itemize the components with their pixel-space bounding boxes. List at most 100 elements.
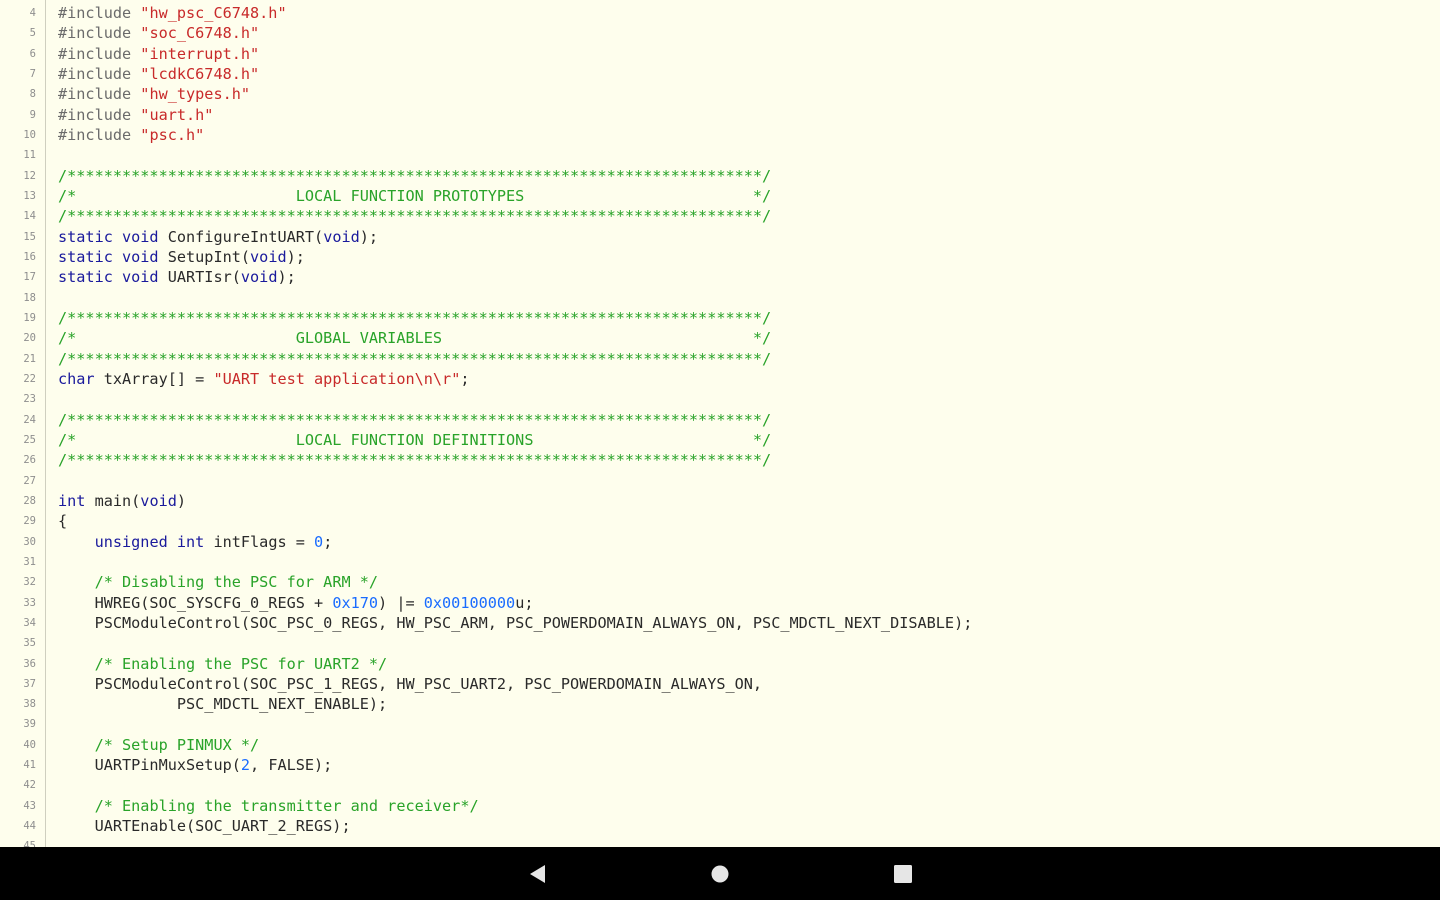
line-number: 28 <box>23 494 36 507</box>
code-line[interactable]: 6 #include "interrupt.h" <box>0 44 1440 64</box>
code-token: main( <box>94 491 141 510</box>
line-number: 13 <box>23 189 36 202</box>
code-token: /***************************************… <box>58 207 772 226</box>
code-line[interactable]: 33 HWREG(SOC_SYSCFG_0_REGS + 0x170) |= 0… <box>0 593 1440 613</box>
code-line[interactable]: 15 static void ConfigureIntUART(void); <box>0 227 1440 247</box>
code-line[interactable]: 20 /* GLOBAL VARIABLES */ <box>0 328 1440 348</box>
code-token: /***************************************… <box>58 166 772 185</box>
line-number: 27 <box>23 474 36 487</box>
code-text: #include "lcdkC6748.h" <box>58 64 259 84</box>
code-line[interactable]: 37 PSCModuleControl(SOC_PSC_1_REGS, HW_P… <box>0 674 1440 694</box>
code-line[interactable]: 44 UARTEnable(SOC_UART_2_REGS); <box>0 816 1440 836</box>
line-number: 39 <box>23 718 36 731</box>
code-line[interactable]: 19 /*************************************… <box>0 308 1440 328</box>
code-editor[interactable]: 4 #include "hw_psc_C6748.h" 5 #include "soc… <box>0 0 1440 847</box>
code-line[interactable]: 43 /* Enabling the transmitter and recei… <box>0 796 1440 816</box>
code-line[interactable]: 12 /*************************************… <box>0 166 1440 186</box>
code-line[interactable]: 11 <box>0 145 1440 165</box>
code-line[interactable]: 45 <box>0 836 1440 847</box>
code-line[interactable]: 29 { <box>0 511 1440 531</box>
code-token: PSC_MDCTL_NEXT_ENABLE); <box>58 695 388 714</box>
code-token: #include <box>58 44 141 63</box>
code-lines: 4 #include "hw_psc_C6748.h" 5 #include "soc… <box>0 3 1440 847</box>
code-text: int main(void) <box>58 491 186 511</box>
code-line[interactable]: 34 PSCModuleControl(SOC_PSC_0_REGS, HW_P… <box>0 613 1440 633</box>
code-token: 2 <box>240 756 251 775</box>
code-line[interactable]: 18 <box>0 288 1440 308</box>
code-line[interactable]: 31 <box>0 552 1440 572</box>
line-number: 29 <box>23 515 36 528</box>
code-line[interactable]: 38 PSC_MDCTL_NEXT_ENABLE); <box>0 694 1440 714</box>
code-text: HWREG(SOC_SYSCFG_0_REGS + 0x170) |= 0x00… <box>58 593 534 613</box>
code-text: char txArray[] = "UART test application\… <box>58 369 470 389</box>
code-line[interactable]: 39 <box>0 714 1440 734</box>
code-line[interactable]: 5 #include "soc_C6748.h" <box>0 23 1440 43</box>
code-token: ; <box>460 369 470 388</box>
code-line[interactable]: 26 /*************************************… <box>0 450 1440 470</box>
code-line[interactable]: 35 <box>0 633 1440 653</box>
android-navigation-bar <box>0 847 1440 900</box>
code-token: /* Setup PINMUX */ <box>94 735 260 754</box>
line-number: 9 <box>29 108 36 121</box>
code-token: u; <box>515 593 534 612</box>
home-circle-icon <box>711 865 729 883</box>
code-line[interactable]: 41 UARTPinMuxSetup(2, FALSE); <box>0 755 1440 775</box>
code-text: /***************************************… <box>58 206 771 226</box>
code-line[interactable]: 42 <box>0 775 1440 795</box>
line-number: 17 <box>23 271 36 284</box>
code-line[interactable]: 40 /* Setup PINMUX */ <box>0 735 1440 755</box>
code-line[interactable]: 4 #include "hw_psc_C6748.h" <box>0 3 1440 23</box>
code-line[interactable]: 13 /* LOCAL FUNCTION PROTOTYPES */ <box>0 186 1440 206</box>
line-number: 8 <box>29 88 36 101</box>
code-token: static void <box>58 247 168 266</box>
code-line[interactable]: 10 #include "psc.h" <box>0 125 1440 145</box>
code-text: /* Enabling the PSC for UART2 */ <box>58 654 388 674</box>
code-line[interactable]: 23 <box>0 389 1440 409</box>
code-token: void <box>323 227 360 246</box>
code-line[interactable]: 9 #include "uart.h" <box>0 105 1440 125</box>
code-text: /* LOCAL FUNCTION PROTOTYPES */ <box>58 186 771 206</box>
line-number: 5 <box>29 27 36 40</box>
home-button[interactable] <box>705 859 735 889</box>
recents-button[interactable] <box>888 859 918 889</box>
code-line[interactable]: 14 /*************************************… <box>0 206 1440 226</box>
code-token: "psc.h" <box>140 125 205 144</box>
code-token: "lcdkC6748.h" <box>140 64 260 83</box>
line-number: 21 <box>23 352 36 365</box>
code-line[interactable]: 22 char txArray[] = "UART test applicatio… <box>0 369 1440 389</box>
code-line[interactable]: 24 /*************************************… <box>0 410 1440 430</box>
code-token: 0 <box>314 532 324 551</box>
code-line[interactable]: 16 static void SetupInt(void); <box>0 247 1440 267</box>
code-text: /* Setup PINMUX */ <box>58 735 260 755</box>
code-token: static void <box>58 227 168 246</box>
code-line[interactable]: 27 <box>0 471 1440 491</box>
line-number: 16 <box>23 250 36 263</box>
back-button[interactable] <box>523 859 553 889</box>
code-text: #include "soc_C6748.h" <box>58 23 259 43</box>
code-line[interactable]: 32 /* Disabling the PSC for ARM */ <box>0 572 1440 592</box>
code-text: #include "psc.h" <box>58 125 204 145</box>
line-number: 31 <box>23 555 36 568</box>
back-triangle-icon <box>530 865 545 883</box>
code-line[interactable]: 28 int main(void) <box>0 491 1440 511</box>
code-token: , FALSE); <box>250 756 333 775</box>
code-line[interactable]: 8 #include "hw_types.h" <box>0 84 1440 104</box>
line-number: 18 <box>23 291 36 304</box>
code-line[interactable]: 17 static void UARTIsr(void); <box>0 267 1440 287</box>
line-number: 24 <box>23 413 36 426</box>
code-line[interactable]: 36 /* Enabling the PSC for UART2 */ <box>0 654 1440 674</box>
code-text: UARTPinMuxSetup(2, FALSE); <box>58 755 333 775</box>
code-token: { <box>58 512 68 531</box>
code-line[interactable]: 30 unsigned int intFlags = 0; <box>0 532 1440 552</box>
code-token: PSCModuleControl(SOC_PSC_1_REGS, HW_PSC_… <box>58 674 763 693</box>
code-line[interactable]: 25 /* LOCAL FUNCTION DEFINITIONS */ <box>0 430 1440 450</box>
code-token: ) |= <box>378 593 424 612</box>
code-token: /***************************************… <box>58 349 772 368</box>
code-token: #include <box>58 24 141 43</box>
code-token: txArray[] = <box>103 369 214 388</box>
code-line[interactable]: 21 /*************************************… <box>0 349 1440 369</box>
code-token: UARTIsr( <box>167 268 241 287</box>
code-line[interactable]: 7 #include "lcdkC6748.h" <box>0 64 1440 84</box>
